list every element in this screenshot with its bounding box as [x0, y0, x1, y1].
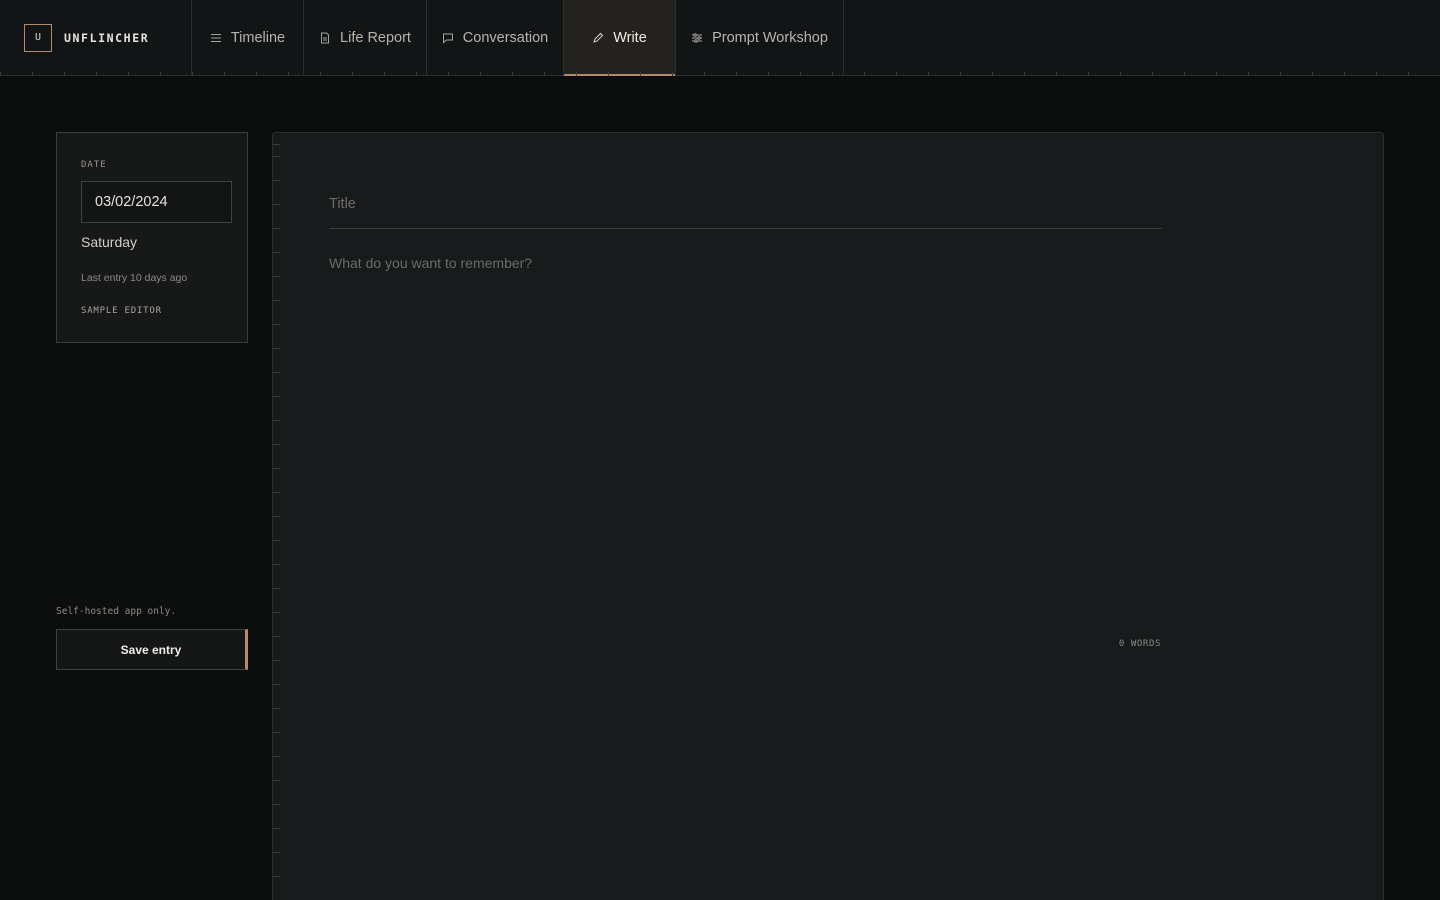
entry-body-textarea[interactable] — [329, 255, 1162, 635]
sliders-icon — [692, 32, 703, 43]
pencil-icon — [593, 32, 604, 43]
document-icon — [321, 32, 330, 43]
right-gutter — [1384, 76, 1440, 900]
brand[interactable]: U UNFLINCHER — [0, 0, 192, 75]
tab-timeline[interactable]: Timeline — [192, 0, 304, 75]
date-input[interactable]: 03/02/2024 — [81, 181, 232, 223]
editor-panel: 0 WORDS — [272, 132, 1384, 900]
date-card: DATE 03/02/2024 Saturday Last entry 10 d… — [56, 132, 248, 343]
sample-editor-label: SAMPLE EDITOR — [81, 306, 162, 316]
tab-label: Write — [613, 29, 647, 46]
tab-label: Conversation — [462, 29, 549, 46]
save-entry-button[interactable]: Save entry — [56, 629, 248, 670]
date-label: DATE — [81, 160, 107, 170]
top-bar: U UNFLINCHER Timeline Life Report Conver… — [0, 0, 1440, 76]
tab-prompt-workshop[interactable]: Prompt Workshop — [676, 0, 844, 75]
tab-label: Life Report — [340, 29, 411, 46]
self-hosted-note: Self-hosted app only. — [56, 606, 177, 617]
brand-logo: U — [24, 23, 52, 52]
list-icon — [210, 33, 221, 42]
tab-write[interactable]: Write — [564, 0, 676, 76]
word-count: 0 WORDS — [1118, 639, 1161, 649]
day-name: Saturday — [81, 234, 138, 250]
title-input[interactable] — [329, 179, 1162, 229]
top-ruler — [0, 72, 1440, 76]
tab-conversation[interactable]: Conversation — [427, 0, 564, 75]
last-entry-text: Last entry 10 days ago — [81, 272, 188, 284]
chat-icon — [442, 33, 453, 44]
tab-label: Prompt Workshop — [712, 29, 828, 46]
left-ruler — [273, 133, 280, 900]
tab-life-report[interactable]: Life Report — [304, 0, 427, 75]
main-nav: Timeline Life Report Conversation Write … — [192, 0, 844, 76]
tab-label: Timeline — [230, 29, 286, 46]
brand-name: UNFLINCHER — [64, 30, 150, 45]
